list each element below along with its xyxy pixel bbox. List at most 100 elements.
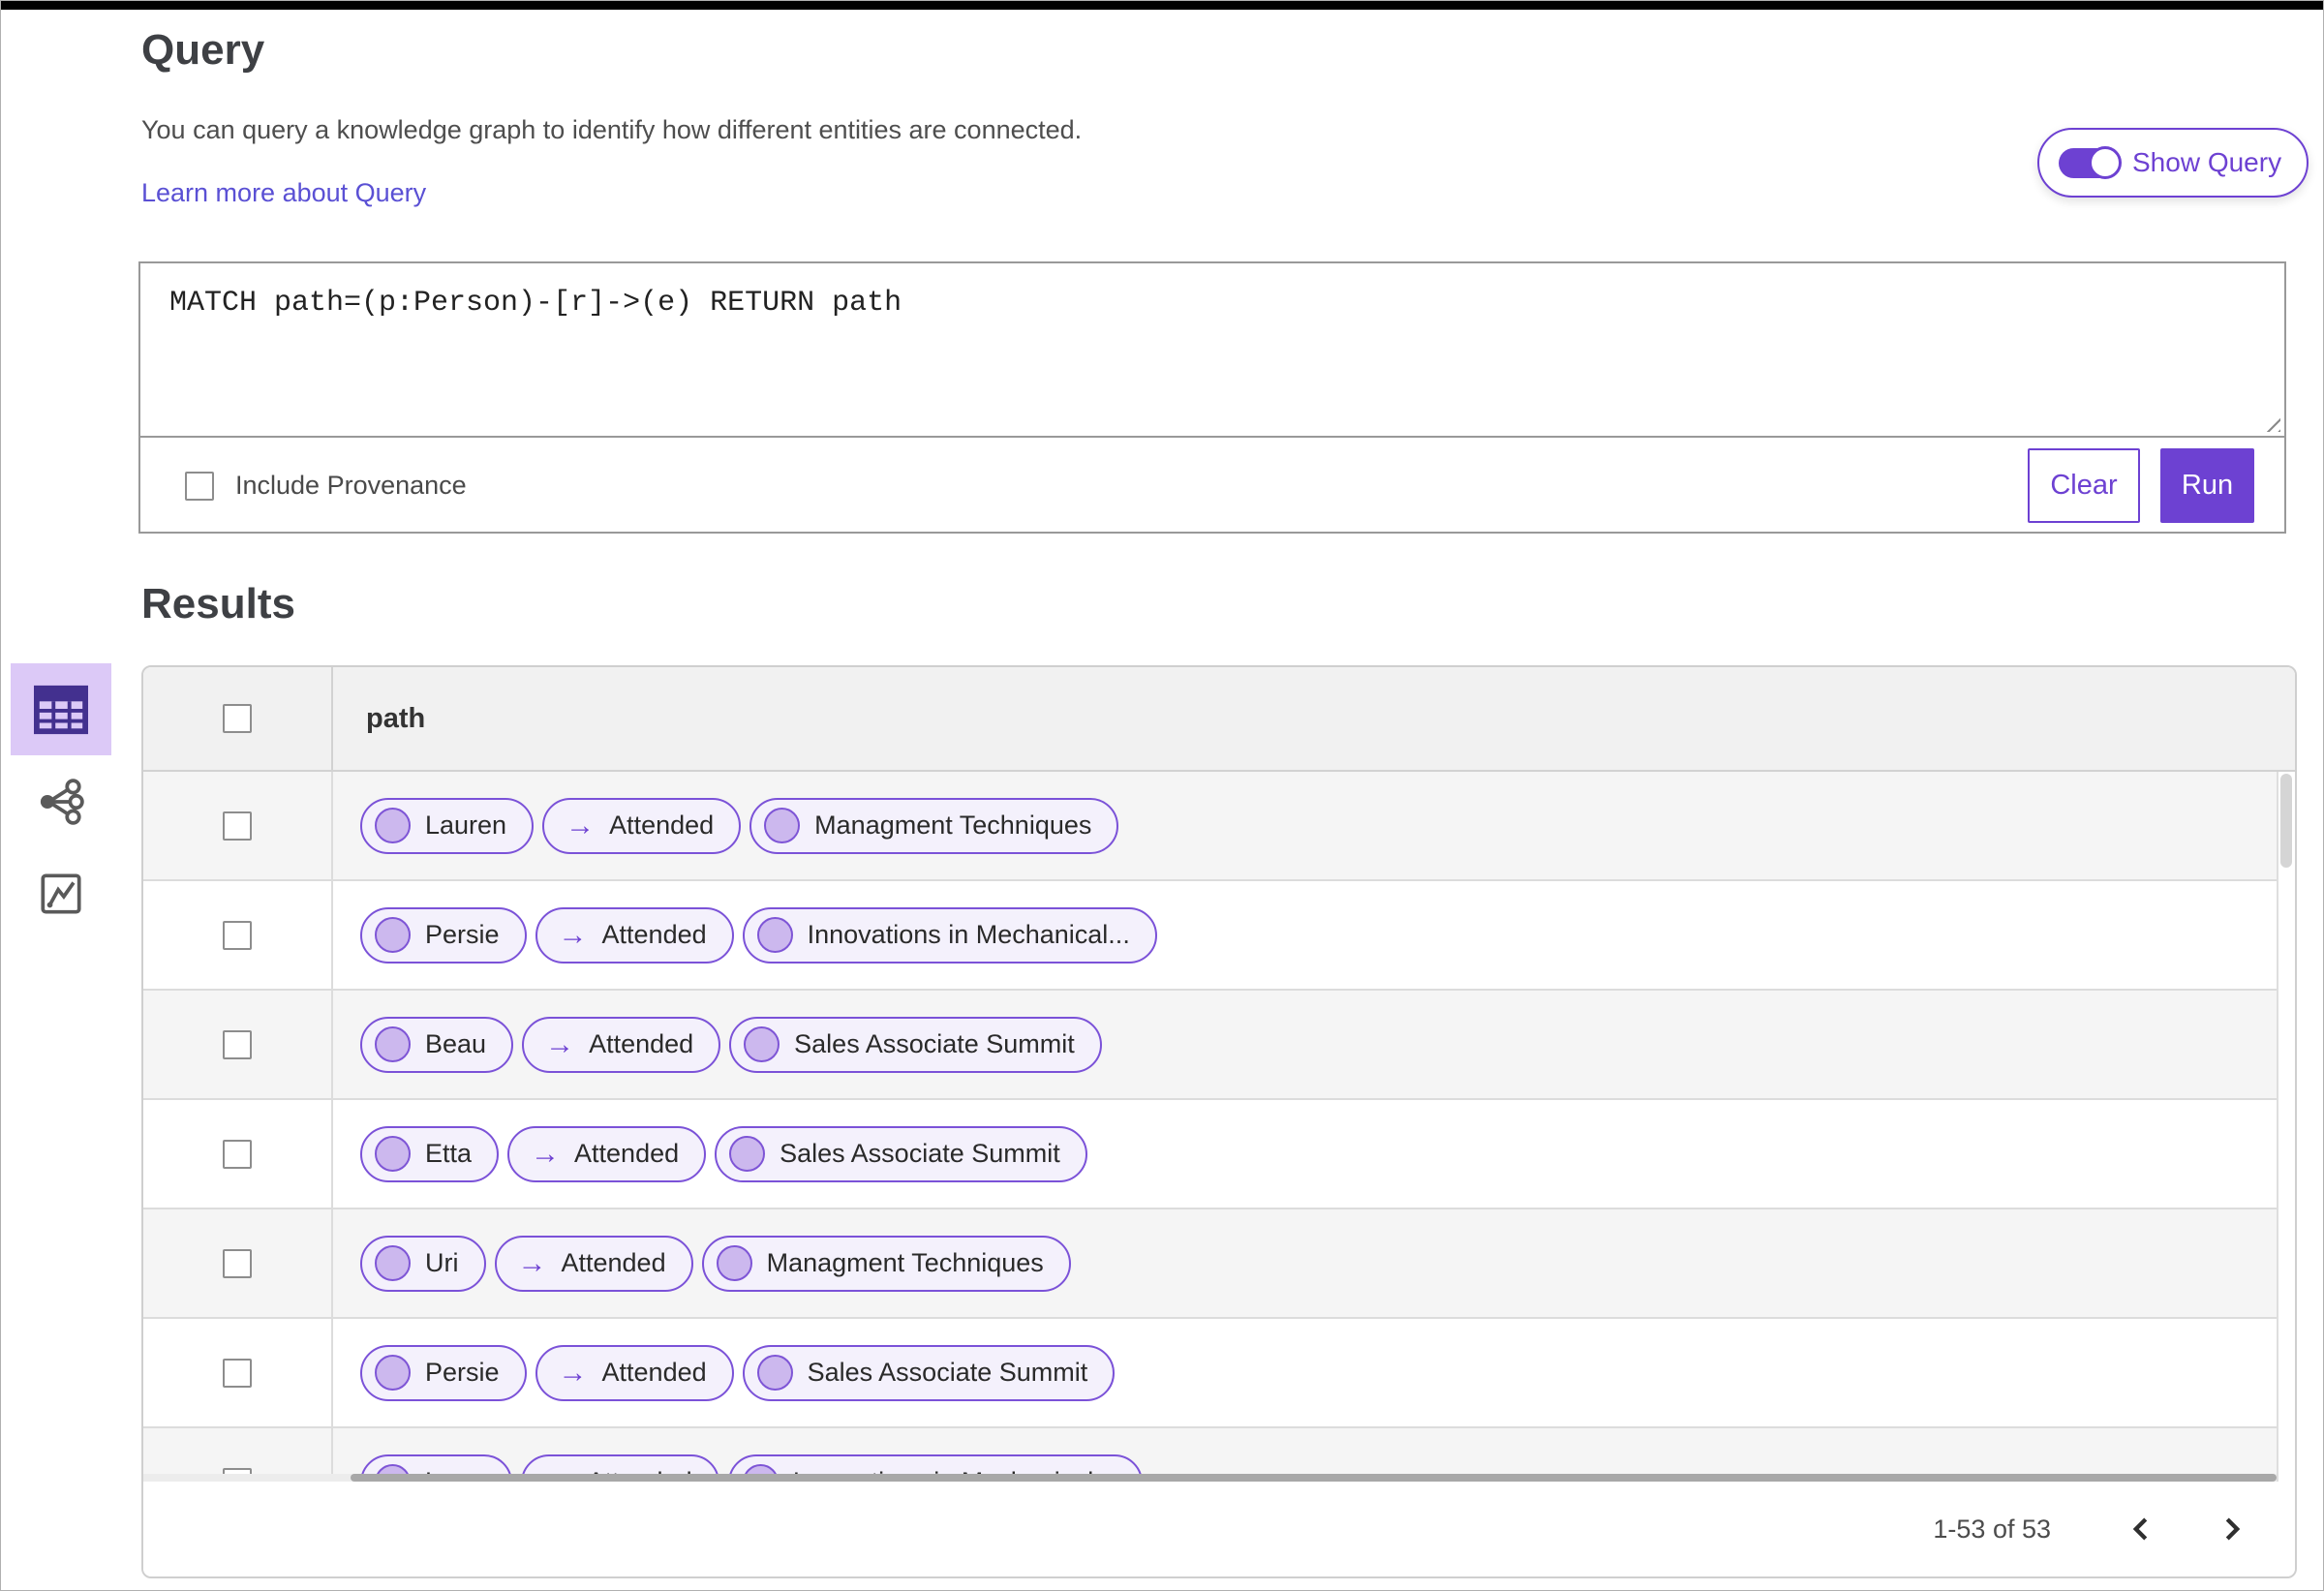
node-icon [375, 1026, 411, 1062]
horizontal-scrollbar [143, 1474, 2277, 1482]
chevron-right-icon [2225, 1517, 2241, 1541]
query-description: You can query a knowledge graph to ident… [141, 115, 1083, 144]
query-actions-bar: Include Provenance Clear Run [140, 440, 2284, 532]
source-entity-chip[interactable]: Etta [360, 1125, 500, 1182]
toggle-on-icon[interactable] [2059, 145, 2122, 179]
node-icon [375, 1136, 411, 1172]
target-entity-label: Sales Associate Summit [807, 1358, 1088, 1387]
clear-button[interactable]: Clear [2028, 448, 2140, 523]
source-entity-label: Lauren [425, 811, 507, 840]
node-icon [375, 808, 411, 843]
target-entity-chip[interactable]: Innovations in Mechanical... [742, 906, 1157, 964]
row-path-cell: Beau → Attended Sales Associate Summit [333, 991, 2277, 1098]
row-path-cell: Persie → Attended Sales Associate Summit [333, 1319, 2277, 1426]
source-entity-chip[interactable]: Uri [360, 1235, 486, 1292]
target-entity-label: Managment Techniques [814, 811, 1092, 840]
target-entity-chip[interactable]: Sales Associate Summit [729, 1016, 1102, 1073]
node-icon [375, 917, 411, 953]
row-checkbox[interactable] [223, 1139, 252, 1169]
target-entity-chip[interactable]: Managment Techniques [749, 797, 1119, 854]
node-icon [756, 1355, 793, 1391]
source-entity-chip[interactable]: Larry [360, 1453, 512, 1474]
arrow-right-icon: → [558, 918, 588, 951]
network-view-button[interactable] [11, 755, 111, 847]
show-query-toggle-button[interactable]: Show Query [2037, 128, 2309, 198]
path-column-header: path [366, 702, 426, 734]
select-all-checkbox[interactable] [223, 704, 252, 733]
relation-chip[interactable]: → Attended [535, 906, 734, 964]
relation-chip[interactable]: → Attended [494, 1235, 693, 1292]
chart-view-button[interactable] [11, 847, 111, 939]
source-entity-label: Persie [425, 920, 500, 949]
run-button[interactable]: Run [2160, 448, 2254, 523]
include-provenance-label: Include Provenance [235, 471, 467, 500]
vertical-scrollbar-thumb[interactable] [2280, 774, 2292, 868]
learn-more-link[interactable]: Learn more about Query [141, 178, 426, 208]
source-entity-label: Persie [425, 1358, 500, 1387]
source-entity-label: Etta [425, 1139, 473, 1168]
relation-chip[interactable]: → Attended [507, 1125, 707, 1182]
table-header-row: path [143, 667, 2295, 772]
node-icon [756, 917, 793, 953]
relation-chip[interactable]: → Attended [520, 1453, 719, 1474]
query-editor-panel: MATCH path=(p:Person)-[r]->(e) RETURN pa… [138, 261, 2286, 534]
relation-label: Attended [609, 811, 715, 840]
network-view-icon [40, 778, 84, 825]
arrow-right-icon: → [517, 1246, 547, 1279]
row-path-cell: Etta → Attended Sales Associate Summit [333, 1100, 2277, 1208]
table-view-icon [34, 685, 88, 734]
arrow-right-icon: → [545, 1027, 575, 1060]
source-entity-chip[interactable]: Lauren [360, 797, 535, 854]
source-entity-chip[interactable]: Persie [360, 906, 527, 964]
arrow-right-icon: → [531, 1137, 561, 1170]
table-row: Beau → Attended Sales Associate Summit [143, 991, 2277, 1100]
query-page: Query You can query a knowledge graph to… [0, 0, 2324, 1591]
source-entity-label: Uri [425, 1248, 459, 1277]
table-view-button[interactable] [11, 663, 111, 755]
node-icon [729, 1136, 766, 1172]
query-editor-input[interactable]: MATCH path=(p:Person)-[r]->(e) RETURN pa… [140, 263, 2284, 438]
query-section-title: Query [141, 26, 265, 74]
node-icon [744, 1026, 780, 1062]
include-provenance-checkbox[interactable] [185, 471, 214, 501]
row-checkbox-cell [143, 1100, 333, 1208]
node-icon [742, 1464, 779, 1474]
relation-label: Attended [601, 1358, 707, 1387]
target-entity-label: Innovations in Mechanical... [793, 1467, 1116, 1474]
next-page-button[interactable] [2210, 1508, 2252, 1550]
top-edge-bar [1, 1, 2323, 10]
relation-chip[interactable]: → Attended [522, 1016, 721, 1073]
source-entity-chip[interactable]: Persie [360, 1344, 527, 1401]
target-entity-chip[interactable]: Innovations in Mechanical... [727, 1453, 1143, 1474]
results-view-switcher [11, 663, 111, 939]
row-path-cell: Lauren → Attended Managment Techniques [333, 772, 2277, 879]
row-checkbox[interactable] [223, 1029, 252, 1059]
target-entity-chip[interactable]: Sales Associate Summit [742, 1344, 1116, 1401]
source-entity-label: Beau [425, 1029, 487, 1058]
row-checkbox[interactable] [223, 1248, 252, 1278]
previous-page-button[interactable] [2121, 1508, 2163, 1550]
table-body: Lauren → Attended Managment Techniques P… [143, 772, 2277, 1474]
row-checkbox[interactable] [223, 1358, 252, 1388]
row-checkbox[interactable] [223, 811, 252, 841]
row-checkbox-cell [143, 772, 333, 879]
results-table-panel: path Lauren → Attended Managment Techniq… [141, 665, 2297, 1578]
relation-chip[interactable]: → Attended [535, 1344, 734, 1401]
relation-label: Attended [561, 1248, 666, 1277]
node-icon [716, 1245, 752, 1281]
arrow-right-icon: → [558, 1356, 588, 1389]
node-icon [764, 808, 801, 843]
table-row: Etta → Attended Sales Associate Summit [143, 1100, 2277, 1209]
target-entity-chip[interactable]: Managment Techniques [701, 1235, 1071, 1292]
node-icon [375, 1245, 411, 1281]
chart-view-icon [41, 872, 81, 914]
node-icon [375, 1355, 411, 1391]
relation-label: Attended [588, 1467, 692, 1474]
relation-chip[interactable]: → Attended [542, 797, 742, 854]
target-entity-label: Managment Techniques [766, 1248, 1044, 1277]
target-entity-chip[interactable]: Sales Associate Summit [715, 1125, 1087, 1182]
row-checkbox[interactable] [223, 920, 252, 950]
horizontal-scrollbar-thumb[interactable] [351, 1474, 2277, 1482]
source-entity-chip[interactable]: Beau [360, 1016, 514, 1073]
row-checkbox-cell [143, 991, 333, 1098]
